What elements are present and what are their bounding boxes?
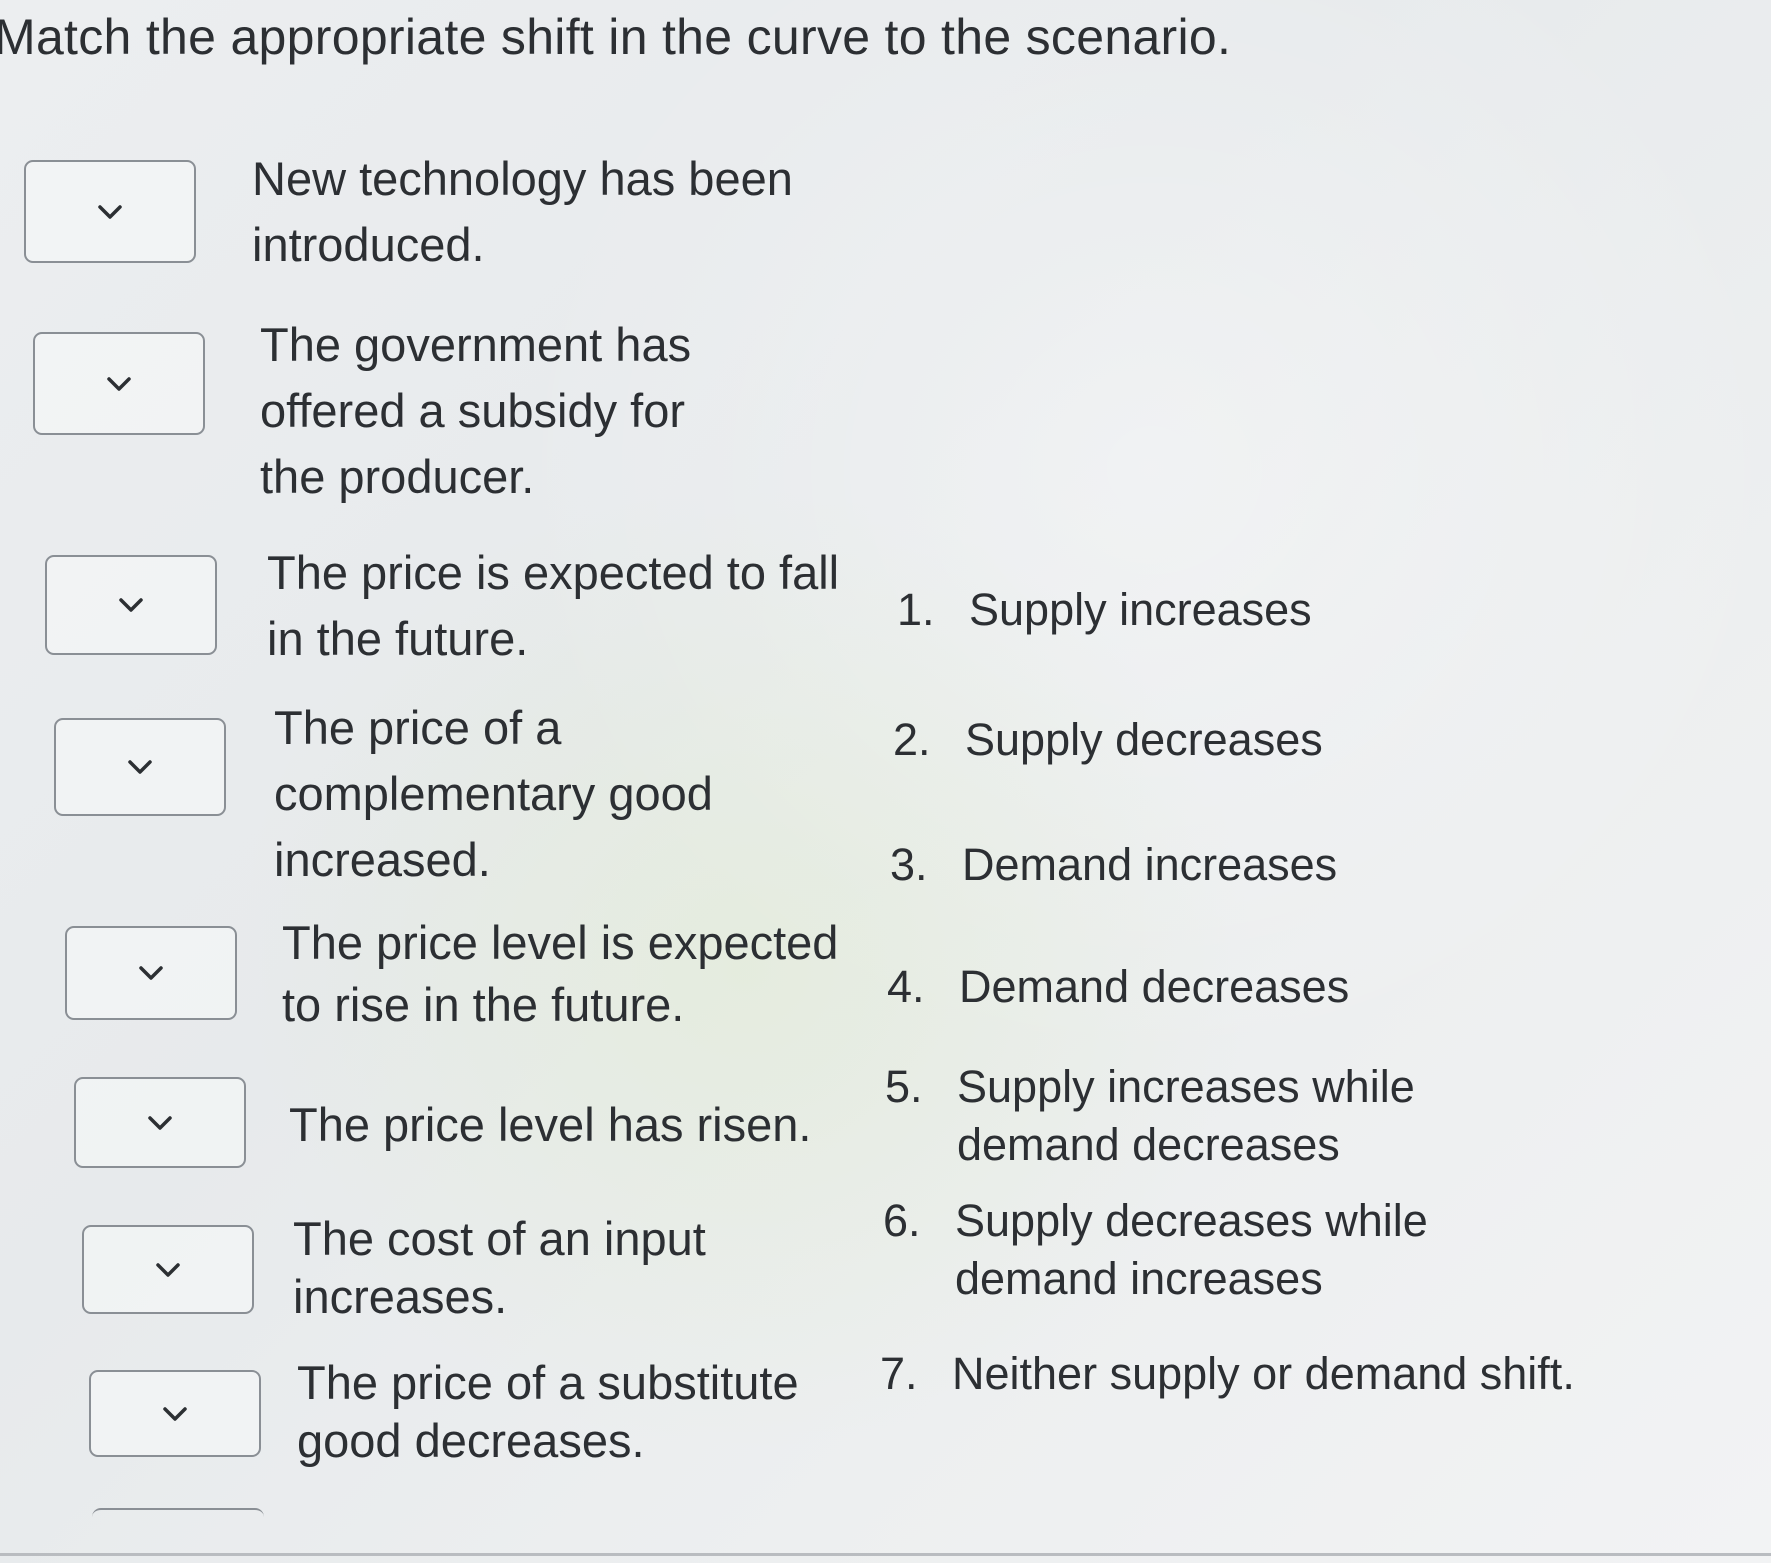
- option-3: 3. Demand increases: [890, 836, 1590, 894]
- scenario-5-dropdown[interactable]: [65, 926, 237, 1020]
- scenario-5-text: The price level is expected to rise in t…: [282, 916, 839, 1031]
- option-label: Demand decreases: [959, 961, 1350, 1012]
- scenario-4-dropdown[interactable]: [54, 718, 226, 816]
- scenario-7-dropdown[interactable]: [82, 1225, 254, 1314]
- scenario-9-text-clipped: Taxes on the consumer: [296, 1492, 726, 1514]
- chevron-down-icon: [128, 760, 152, 774]
- chevron-down-icon: [107, 376, 131, 391]
- scenario-2-text: The government has offered a subsidy for…: [260, 318, 692, 503]
- scenario-1-text: New technology has been introduced.: [252, 152, 793, 271]
- option-label: Supply decreases while demand increases: [955, 1195, 1428, 1304]
- chevron-down-icon: [163, 1406, 187, 1421]
- bottom-divider: [0, 1553, 1771, 1556]
- option-6: 6. Supply decreases while demand increas…: [883, 1192, 1593, 1308]
- option-number: 3.: [890, 839, 928, 890]
- chevron-down-icon: [148, 1115, 172, 1130]
- option-label: Supply increases: [969, 584, 1312, 635]
- option-2: 2. Supply decreases: [893, 711, 1593, 769]
- option-number: 4.: [887, 961, 925, 1012]
- scenario-9-dropdown[interactable]: [92, 1508, 264, 1550]
- option-number: 1.: [897, 584, 935, 635]
- scenario-3-dropdown[interactable]: [45, 555, 217, 655]
- option-label: Supply decreases: [965, 714, 1323, 765]
- scenario-9-text: Taxes on the consumer: [296, 1500, 726, 1514]
- scenario-2-dropdown[interactable]: [33, 332, 205, 435]
- chevron-down-icon: [98, 204, 122, 219]
- scenario-1-dropdown[interactable]: [24, 160, 196, 263]
- option-7: 7. Neither supply or demand shift.: [880, 1345, 1600, 1403]
- chevron-down-icon: [119, 598, 143, 612]
- option-number: 7.: [880, 1348, 918, 1399]
- option-number: 2.: [893, 714, 931, 765]
- option-5: 5. Supply increases while demand decreas…: [885, 1058, 1595, 1174]
- chevron-down-icon: [156, 1262, 180, 1277]
- scenario-6-text: The price level has risen.: [289, 1098, 812, 1151]
- option-label: Supply increases while demand decreases: [957, 1061, 1415, 1170]
- scenario-6-dropdown[interactable]: [74, 1077, 246, 1168]
- option-number: 6.: [883, 1195, 921, 1246]
- option-number: 5.: [885, 1061, 923, 1112]
- option-label: Demand increases: [962, 839, 1338, 890]
- scenario-8-text: The price of a substitute good decreases…: [297, 1356, 799, 1467]
- scenario-7-text: The cost of an input increases.: [293, 1212, 706, 1323]
- scenario-3-text: The price is expected to fall in the fut…: [267, 546, 840, 665]
- question-title: Match the appropriate shift in the curve…: [0, 9, 1232, 65]
- option-label: Neither supply or demand shift.: [952, 1348, 1575, 1399]
- scenario-4-text: The price of a complementary good increa…: [274, 701, 713, 886]
- scenario-8-dropdown[interactable]: [89, 1370, 261, 1457]
- option-1: 1. Supply increases: [897, 581, 1597, 639]
- chevron-down-icon: [139, 966, 163, 980]
- option-4: 4. Demand decreases: [887, 958, 1587, 1016]
